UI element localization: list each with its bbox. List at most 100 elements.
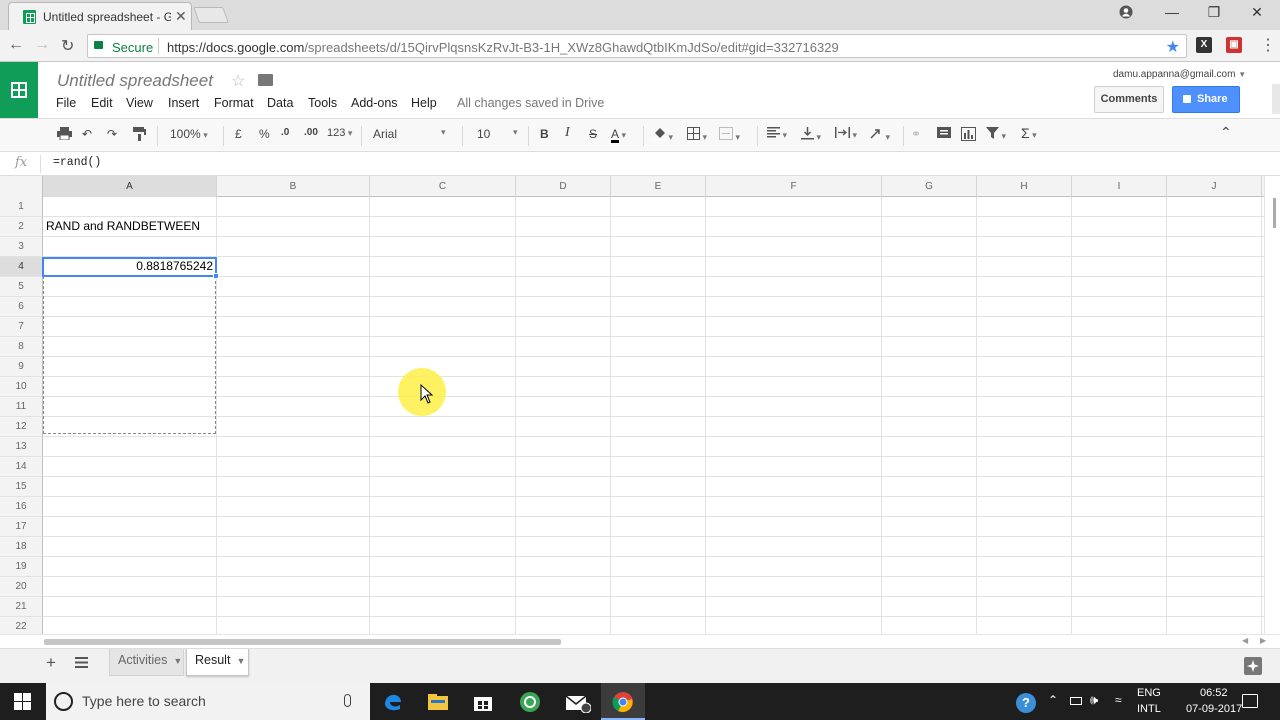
column-header-c[interactable]: C: [370, 176, 516, 197]
vertical-align-dropdown[interactable]: [801, 127, 821, 143]
decrease-decimal-button[interactable]: .0: [281, 127, 289, 138]
menu-file[interactable]: File: [56, 96, 76, 110]
font-size-dropdown[interactable]: 10 ▾: [477, 127, 522, 141]
zoom-dropdown[interactable]: 100%: [170, 127, 208, 141]
scroll-left-icon[interactable]: ◀: [1242, 636, 1248, 645]
collapse-menus-icon[interactable]: ⌃: [1220, 124, 1232, 141]
menu-addons[interactable]: Add-ons: [351, 96, 398, 110]
chrome-taskbar-icon[interactable]: [601, 683, 645, 720]
insert-chart-icon[interactable]: [961, 127, 976, 144]
taskbar-search[interactable]: Type here to search: [46, 683, 370, 720]
clock-time[interactable]: 06:52: [1200, 687, 1228, 699]
folder-icon[interactable]: [258, 74, 273, 86]
row-header-7[interactable]: 7: [0, 317, 43, 337]
extension-red-icon[interactable]: ▣: [1226, 37, 1242, 53]
column-header-g[interactable]: G: [882, 176, 977, 197]
sheet-tab-activities[interactable]: Activities ▼: [109, 649, 184, 676]
volume-icon[interactable]: 🕪: [1090, 692, 1098, 708]
row-header-18[interactable]: 18: [0, 537, 43, 557]
bold-button[interactable]: B: [540, 127, 549, 141]
print-icon[interactable]: [57, 127, 72, 143]
notification-center-icon[interactable]: [1242, 694, 1258, 708]
all-sheets-icon[interactable]: [75, 657, 88, 668]
forward-arrow-icon[interactable]: →: [34, 36, 50, 54]
restore-button[interactable]: ❐: [1202, 4, 1226, 21]
more-formats-dropdown[interactable]: 123: [327, 127, 352, 139]
horizontal-scrollbar[interactable]: ◀ ▶: [0, 634, 1280, 648]
minimize-button[interactable]: —: [1160, 4, 1184, 20]
scroll-right-icon[interactable]: ▶: [1260, 636, 1266, 645]
help-icon[interactable]: ?: [1016, 693, 1036, 713]
row-header-10[interactable]: 10: [0, 377, 43, 397]
add-sheet-icon[interactable]: +: [46, 653, 56, 673]
account-email[interactable]: damu.appanna@gmail.com ▼: [1113, 69, 1246, 80]
chrome-menu-icon[interactable]: ⋮: [1260, 35, 1276, 55]
url-text[interactable]: https://docs.google.com/spreadsheets/d/1…: [167, 40, 839, 55]
menu-tools[interactable]: Tools: [308, 96, 337, 110]
row-header-1[interactable]: 1: [0, 197, 43, 217]
star-icon[interactable]: ☆: [231, 71, 245, 91]
row-header-4[interactable]: 4: [0, 257, 43, 277]
vertical-scrollbar[interactable]: [1264, 176, 1280, 634]
row-header-12[interactable]: 12: [0, 417, 43, 437]
microphone-icon[interactable]: [344, 694, 351, 707]
mail-icon[interactable]: [565, 691, 592, 714]
menu-help[interactable]: Help: [411, 96, 437, 110]
text-color-dropdown[interactable]: A: [611, 127, 626, 143]
row-header-22[interactable]: 22: [0, 617, 43, 634]
explore-icon[interactable]: [1244, 657, 1262, 675]
vertical-scroll-thumb[interactable]: [1273, 198, 1276, 228]
app-green-icon[interactable]: [519, 691, 541, 713]
row-header-15[interactable]: 15: [0, 477, 43, 497]
tab-close-icon[interactable]: ✕: [175, 8, 187, 25]
redo-icon[interactable]: ↷: [107, 127, 117, 141]
sheet-tab-result[interactable]: Result ▼: [186, 649, 249, 676]
menu-edit[interactable]: Edit: [91, 96, 113, 110]
row-header-2[interactable]: 2: [0, 217, 43, 237]
italic-button[interactable]: I: [565, 125, 570, 141]
row-header-14[interactable]: 14: [0, 457, 43, 477]
row-header-11[interactable]: 11: [0, 397, 43, 417]
column-header-a[interactable]: A: [43, 176, 217, 197]
menu-view[interactable]: View: [126, 96, 153, 110]
menu-data[interactable]: Data: [267, 96, 293, 110]
column-header-f[interactable]: F: [706, 176, 882, 197]
column-header-i[interactable]: I: [1072, 176, 1167, 197]
clock-date[interactable]: 07-09-2017: [1186, 703, 1242, 715]
column-header-b[interactable]: B: [217, 176, 370, 197]
menu-insert[interactable]: Insert: [168, 96, 199, 110]
share-button[interactable]: Share: [1172, 86, 1240, 113]
url-omnibox[interactable]: Secure https://docs.google.com/spreadshe…: [87, 34, 1187, 58]
row-header-21[interactable]: 21: [0, 597, 43, 617]
column-header-h[interactable]: H: [977, 176, 1072, 197]
row-header-6[interactable]: 6: [0, 297, 43, 317]
insert-link-icon[interactable]: ⚭: [911, 127, 921, 141]
windows-start-icon[interactable]: [14, 693, 31, 710]
chevron-up-icon[interactable]: ⌃: [1048, 693, 1058, 707]
cell-a2[interactable]: RAND and RANDBETWEEN: [46, 217, 200, 236]
merge-cells-dropdown[interactable]: [719, 127, 740, 143]
fill-handle[interactable]: [213, 273, 219, 279]
row-header-19[interactable]: 19: [0, 557, 43, 577]
document-title[interactable]: Untitled spreadsheet: [57, 71, 213, 91]
insert-comment-icon[interactable]: [937, 127, 951, 143]
row-header-17[interactable]: 17: [0, 517, 43, 537]
spreadsheet-grid[interactable]: A B C D E F G H I J 1 2 3 4 5 6 7 8 9 10…: [0, 176, 1264, 634]
column-header-d[interactable]: D: [516, 176, 611, 197]
borders-dropdown[interactable]: [687, 127, 707, 143]
save-status[interactable]: All changes saved in Drive: [457, 96, 604, 110]
close-window-button[interactable]: ✕: [1245, 4, 1269, 21]
bookmark-star-icon[interactable]: ★: [1166, 37, 1180, 57]
store-icon[interactable]: [472, 691, 494, 713]
language-bottom[interactable]: INTL: [1137, 703, 1161, 715]
undo-icon[interactable]: ↶: [82, 127, 92, 141]
extension-x-icon[interactable]: X: [1196, 37, 1212, 53]
column-header-e[interactable]: E: [611, 176, 706, 197]
language-top[interactable]: ENG: [1137, 687, 1161, 699]
column-header-j[interactable]: J: [1167, 176, 1262, 197]
active-cell-selection[interactable]: [42, 257, 219, 279]
font-family-dropdown[interactable]: Arial ▾: [373, 127, 449, 141]
filter-dropdown[interactable]: [986, 127, 1006, 142]
row-header-8[interactable]: 8: [0, 337, 43, 357]
reload-icon[interactable]: ↻: [61, 36, 74, 56]
